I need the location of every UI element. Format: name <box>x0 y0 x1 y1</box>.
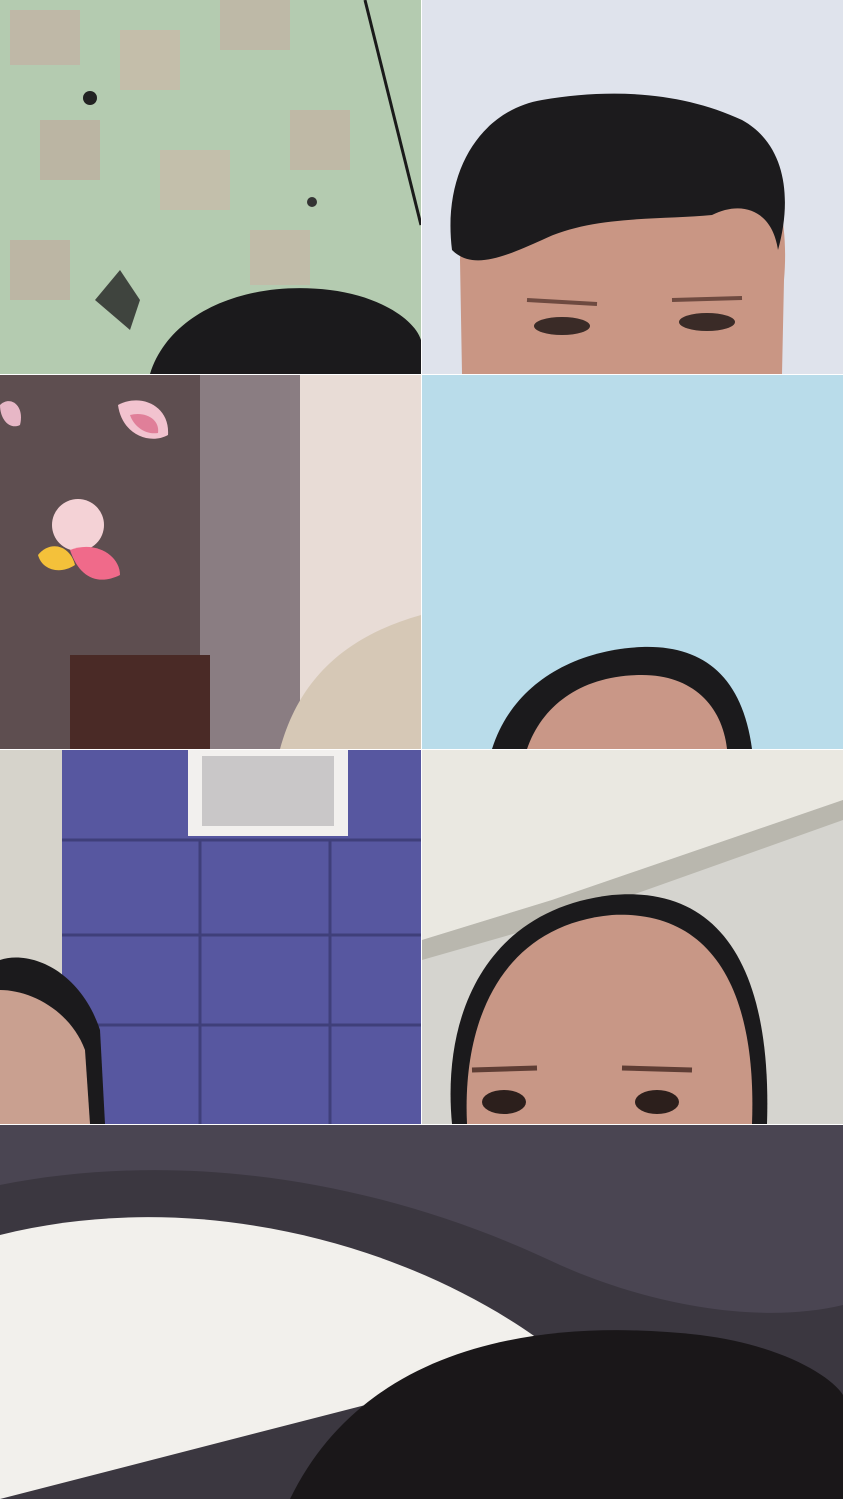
video-feed-4 <box>422 375 843 749</box>
participant-video-tile-5[interactable] <box>0 750 421 1124</box>
participant-video-tile-7[interactable] <box>0 1125 843 1499</box>
participant-video-tile-1[interactable] <box>0 0 421 374</box>
participant-video-tile-4[interactable] <box>422 375 843 749</box>
video-feed-5 <box>0 750 421 1124</box>
video-feed-2 <box>422 0 843 374</box>
video-feed-3 <box>0 375 421 749</box>
video-grid <box>0 0 843 1499</box>
participant-video-tile-2[interactable] <box>422 0 843 374</box>
participant-video-tile-3[interactable] <box>0 375 421 749</box>
participant-video-tile-6[interactable] <box>422 750 843 1124</box>
video-feed-6 <box>422 750 843 1124</box>
video-feed-1 <box>0 0 421 374</box>
video-feed-7 <box>0 1125 843 1499</box>
